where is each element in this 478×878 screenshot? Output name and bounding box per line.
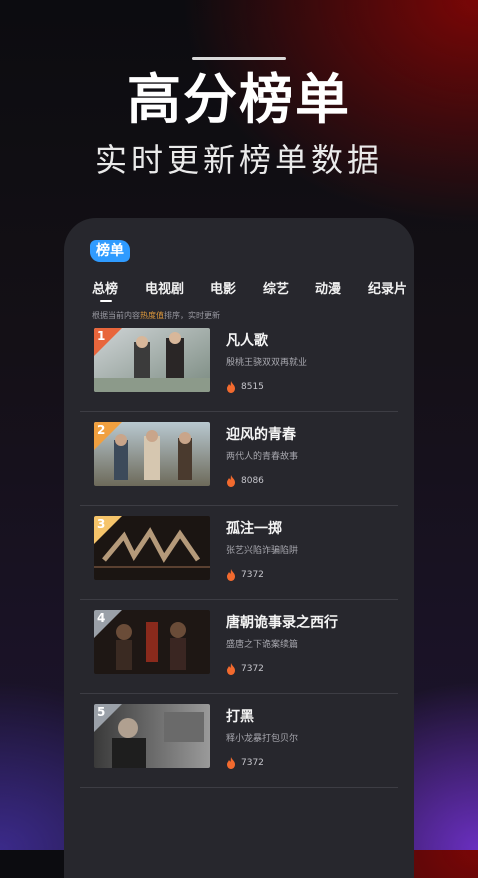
list-item[interactable]: 3 孤注一掷 张艺兴陷诈骗陷阱 7372 (80, 506, 398, 600)
tab-variety[interactable]: 综艺 (263, 278, 289, 297)
tab-tv[interactable]: 电视剧 (145, 278, 184, 297)
item-title: 迎风的青春 (226, 427, 296, 443)
item-title: 唐朝诡事录之西行 (226, 615, 338, 631)
list-item[interactable]: 2 迎风的青春 两代人的青春故事 8086 (80, 412, 398, 506)
item-description: 两代人的青春故事 (226, 452, 299, 462)
ranking-logo: 榜单 (90, 240, 130, 262)
tab-all[interactable]: 总榜 (92, 278, 118, 297)
flame-icon (227, 757, 235, 769)
phone-screen: 榜单 总榜 电视剧 电影 综艺 动漫 纪录片 根据当前内容热度值排序，实时更新 … (64, 218, 414, 878)
poster-thumbnail: 1 (94, 328, 210, 392)
list-item[interactable]: 1 凡人歌 殷桃王骁双双再就业 8515 (80, 318, 398, 412)
heat-score: 8086 (226, 474, 264, 488)
flame-icon (227, 381, 235, 393)
active-tab-indicator (100, 300, 112, 302)
tab-documentary[interactable]: 纪录片 (368, 278, 407, 297)
category-tabs: 总榜 电视剧 电影 综艺 动漫 纪录片 (92, 278, 414, 308)
poster-thumbnail: 4 (94, 610, 210, 674)
ranking-list: 1 凡人歌 殷桃王骁双双再就业 8515 2 迎风的青春 两代人的青春故事 80… (80, 318, 398, 788)
promo-title: 高分榜单 (127, 68, 351, 131)
item-title: 凡人歌 (226, 333, 268, 349)
poster-thumbnail: 5 (94, 704, 210, 768)
item-title: 打黑 (226, 709, 254, 725)
list-item[interactable]: 4 唐朝诡事录之西行 盛唐之下诡案续篇 7372 (80, 600, 398, 694)
item-title: 孤注一掷 (226, 521, 282, 537)
heat-score: 8515 (226, 380, 264, 394)
top-decorative-bar (192, 57, 286, 60)
heat-score: 7372 (226, 662, 264, 676)
promo-subtitle: 实时更新榜单数据 (94, 141, 383, 179)
flame-icon (227, 475, 235, 487)
tab-movie[interactable]: 电影 (210, 278, 236, 297)
flame-icon (227, 569, 235, 581)
tab-anime[interactable]: 动漫 (315, 278, 341, 297)
flame-icon (227, 663, 235, 675)
item-description: 释小龙暴打包贝尔 (226, 734, 299, 744)
item-description: 殷桃王骁双双再就业 (226, 358, 308, 368)
item-description: 盛唐之下诡案续篇 (226, 640, 299, 650)
divider (80, 787, 398, 788)
item-description: 张艺兴陷诈骗陷阱 (226, 546, 299, 556)
heat-score: 7372 (226, 568, 264, 582)
heat-score: 7372 (226, 756, 264, 770)
poster-thumbnail: 3 (94, 516, 210, 580)
poster-thumbnail: 2 (94, 422, 210, 486)
list-item[interactable]: 5 打黑 释小龙暴打包贝尔 7372 (80, 694, 398, 788)
